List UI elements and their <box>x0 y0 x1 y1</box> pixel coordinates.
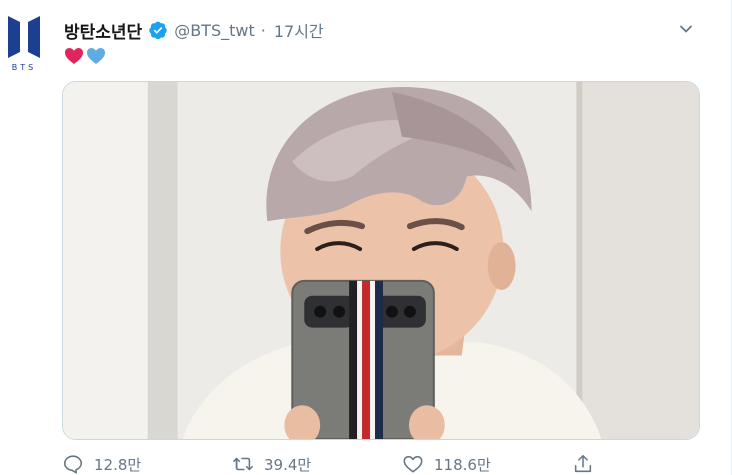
tweet-actions: 12.8만 39.4만 118.6만 <box>62 452 622 475</box>
timestamp[interactable]: 17시간 <box>274 18 324 42</box>
like-count: 118.6만 <box>434 455 491 474</box>
chevron-down-icon <box>680 25 692 33</box>
heart-icon <box>402 453 424 475</box>
reply-button[interactable]: 12.8만 <box>62 453 141 475</box>
like-button[interactable]: 118.6만 <box>402 453 491 475</box>
reply-count: 12.8만 <box>94 455 142 474</box>
display-name[interactable]: 방탄소년단 <box>64 18 142 43</box>
separator-dot: · <box>260 20 266 40</box>
retweet-button[interactable]: 39.4만 <box>232 453 311 475</box>
share-button[interactable] <box>572 453 594 475</box>
red-heart-emoji <box>64 46 84 66</box>
retweet-count: 39.4만 <box>264 455 312 474</box>
verified-badge-icon <box>148 20 168 40</box>
tweet-header: 방탄소년단 @BTS_twt · 17시간 <box>64 18 324 43</box>
tweet-photo[interactable] <box>62 81 700 440</box>
retweet-icon <box>232 453 254 475</box>
tweet[interactable]: BTS 방탄소년단 @BTS_twt · 17시간 12.8만 39.4만 11… <box>0 0 732 475</box>
blue-heart-emoji <box>86 46 106 66</box>
user-handle[interactable]: @BTS_twt <box>174 21 255 40</box>
more-options-button[interactable] <box>675 18 697 40</box>
mirror-selfie-photo <box>63 82 699 439</box>
bts-logo-icon: BTS <box>8 16 40 72</box>
tweet-text <box>64 44 106 68</box>
avatar[interactable]: BTS <box>0 8 48 80</box>
reply-icon <box>62 453 84 475</box>
share-icon <box>572 453 594 475</box>
svg-text:BTS: BTS <box>12 63 36 72</box>
